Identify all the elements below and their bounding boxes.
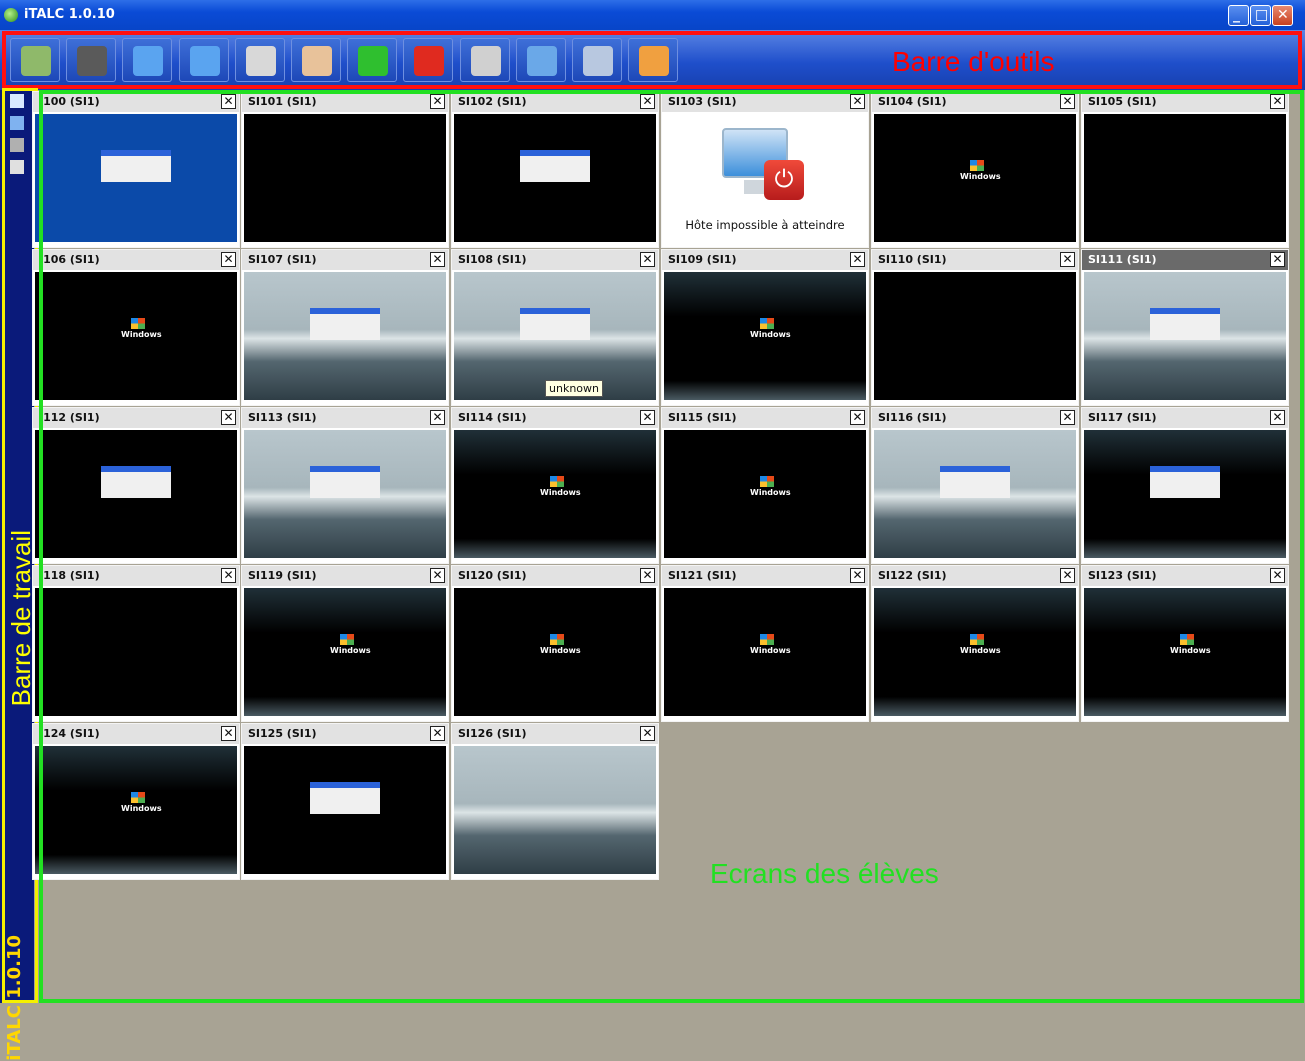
- app-icon: [4, 8, 18, 22]
- toolbar-highlight-frame: [2, 31, 1302, 89]
- maximize-button[interactable]: □: [1250, 5, 1271, 26]
- minimize-button[interactable]: _: [1228, 5, 1249, 26]
- screens-highlight-frame: [39, 90, 1304, 1003]
- title-bar: iTALC 1.0.10 _ □ ✕: [0, 0, 1305, 30]
- minimize-icon: _: [1233, 7, 1240, 23]
- maximize-icon: □: [1255, 7, 1269, 23]
- close-button[interactable]: ✕: [1272, 5, 1293, 26]
- window-title: iTALC 1.0.10: [24, 7, 115, 22]
- close-icon: ✕: [1277, 7, 1289, 23]
